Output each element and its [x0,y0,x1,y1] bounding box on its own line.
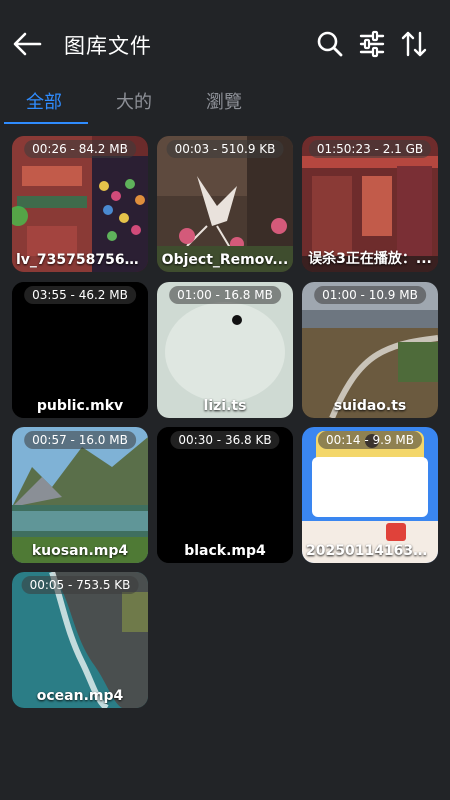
file-name: 20250114163340... [306,543,438,559]
file-tile[interactable]: 00:14 - 9.9 MB 20250114163340... [302,427,438,563]
file-name: lv_7357587564... [16,252,148,268]
duration-size-badge: 00:30 - 36.8 KB [170,431,280,449]
file-tile[interactable]: 00:30 - 36.8 KB black.mp4 [157,427,293,563]
file-tile[interactable]: 01:00 - 16.8 MB lizi.ts [157,282,293,418]
duration-size-badge: 00:03 - 510.9 KB [166,140,284,158]
sort-icon[interactable] [400,30,428,58]
duration-size-badge: 00:26 - 84.2 MB [24,140,136,158]
file-name: black.mp4 [184,543,266,559]
file-tile[interactable]: 03:55 - 46.2 MB public.mkv [12,282,148,418]
duration-size-badge: 03:55 - 46.2 MB [24,286,136,304]
file-tile[interactable]: 01:50:23 - 2.1 GB 误杀3正在播放：... [302,136,438,272]
tab-browse[interactable]: 瀏覽 [206,88,242,114]
file-tile[interactable]: 00:26 - 84.2 MB lv_7357587564... [12,136,148,272]
file-tile[interactable]: 00:57 - 16.0 MB kuosan.mp4 [12,427,148,563]
page-title: 图库文件 [64,34,152,58]
active-tab-indicator [4,122,88,124]
duration-size-badge: 01:00 - 10.9 MB [314,286,426,304]
duration-size-badge: 00:14 - 9.9 MB [317,431,423,449]
file-tile[interactable]: 01:00 - 10.9 MB suidao.ts [302,282,438,418]
file-name: suidao.ts [333,398,407,414]
file-name: 误杀3正在播放：... [308,251,432,267]
duration-size-badge: 00:05 - 753.5 KB [21,576,139,594]
duration-size-badge: 00:57 - 16.0 MB [24,431,136,449]
tab-all[interactable]: 全部 [26,88,62,114]
tab-large[interactable]: 大的 [116,88,152,114]
duration-size-badge: 01:00 - 16.8 MB [169,286,281,304]
top-bar: 图库文件 [0,0,450,88]
duration-size-badge: 01:50:23 - 2.1 GB [308,140,432,158]
back-arrow-icon[interactable] [12,30,42,58]
file-name: lizi.ts [203,398,247,414]
search-icon[interactable] [316,30,344,58]
tab-bar: 全部 大的 瀏覽 [0,84,450,128]
file-tile[interactable]: 00:05 - 753.5 KB ocean.mp4 [12,572,148,708]
file-name: kuosan.mp4 [31,543,129,559]
file-tile[interactable]: 00:03 - 510.9 KB Object_Remov... [157,136,293,272]
file-name: ocean.mp4 [36,688,124,704]
file-name: public.mkv [36,398,124,414]
file-name: Object_Remov... [161,252,289,268]
filter-sliders-icon[interactable] [358,30,386,58]
